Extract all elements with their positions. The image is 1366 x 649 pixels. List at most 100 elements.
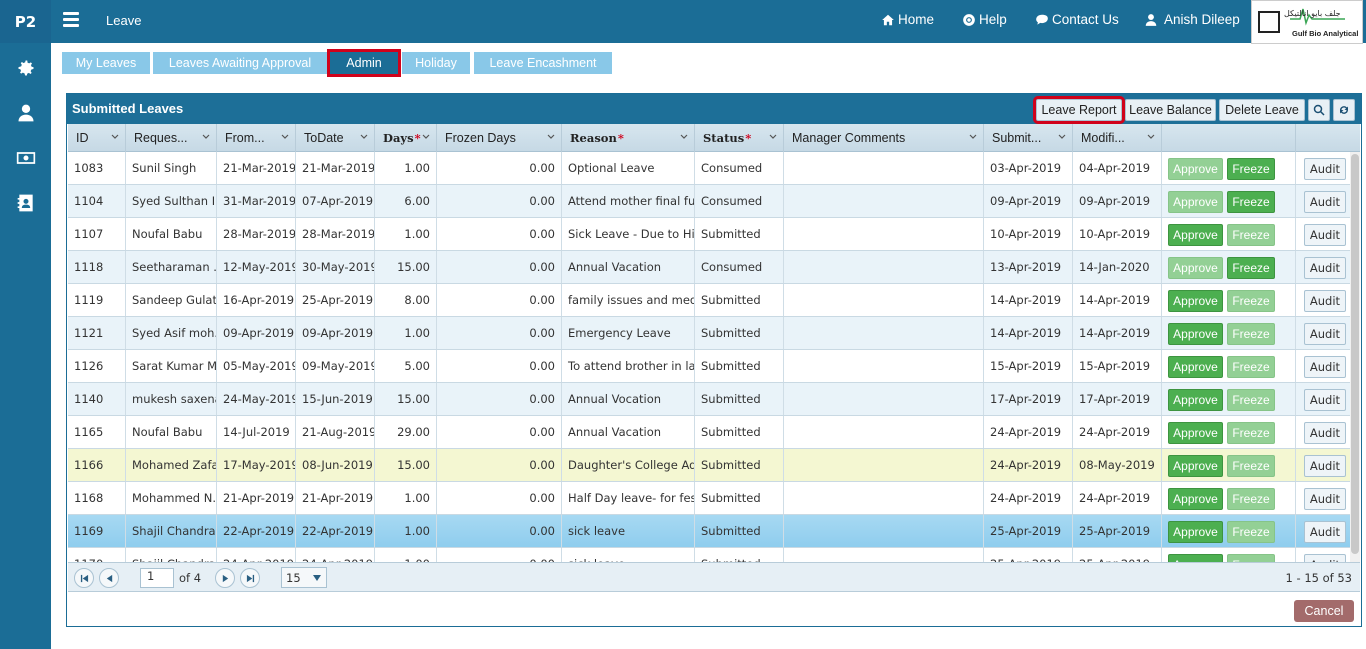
cancel-button[interactable]: Cancel [1294, 600, 1354, 622]
col-modified[interactable]: Modifi... [1073, 124, 1162, 152]
page-size-value: 15 [286, 570, 301, 585]
audit-button[interactable]: Audit [1304, 422, 1346, 444]
page-size-select[interactable]: 15 [281, 567, 327, 588]
audit-button[interactable]: Audit [1304, 158, 1346, 180]
approve-button[interactable]: Approve [1168, 290, 1223, 312]
audit-button[interactable]: Audit [1304, 323, 1346, 345]
cell-frozen-days: 0.00 [437, 350, 562, 382]
approve-button[interactable]: Approve [1168, 554, 1223, 562]
next-page-button[interactable] [215, 568, 235, 588]
audit-button[interactable]: Audit [1304, 554, 1346, 562]
chat-icon [1036, 14, 1048, 25]
approve-button[interactable]: Approve [1168, 488, 1223, 510]
col-days[interactable]: Days * [375, 124, 437, 152]
approve-button[interactable]: Approve [1168, 158, 1223, 180]
nav-home[interactable]: Home [881, 12, 934, 27]
table-row[interactable]: 1119 Sandeep Gulati 16-Apr-2019 25-Apr-2019… [68, 284, 1350, 317]
col-submitted[interactable]: Submit... [984, 124, 1073, 152]
tab-leaves-awaiting-approval[interactable]: Leaves Awaiting Approval [153, 52, 327, 74]
freeze-button[interactable]: Freeze [1227, 257, 1275, 279]
tab-holiday[interactable]: Holiday [402, 52, 470, 74]
audit-button[interactable]: Audit [1304, 191, 1346, 213]
refresh-button[interactable] [1333, 99, 1355, 121]
col-id[interactable]: ID [68, 124, 126, 152]
approve-button[interactable]: Approve [1168, 356, 1223, 378]
approve-button[interactable]: Approve [1168, 191, 1223, 213]
nav-contact[interactable]: Contact Us [1035, 12, 1119, 27]
audit-button[interactable]: Audit [1304, 290, 1346, 312]
table-row[interactable]: 1169 Shajil Chandran 22-Apr-2019 22-Apr-201… [68, 515, 1350, 548]
freeze-button[interactable]: Freeze [1227, 323, 1275, 345]
audit-button[interactable]: Audit [1304, 356, 1346, 378]
audit-button[interactable]: Audit [1304, 257, 1346, 279]
audit-button[interactable]: Audit [1304, 488, 1346, 510]
nav-user[interactable]: Anish Dileep [1144, 12, 1240, 27]
brand-logo[interactable]: P2 [0, 0, 51, 43]
cell-frozen-days: 0.00 [437, 218, 562, 250]
table-row[interactable]: 1118 Seetharaman ... 12-May-2019 30-May-201… [68, 251, 1350, 284]
leave-balance-button[interactable]: Leave Balance [1125, 99, 1216, 121]
table-row[interactable]: 1121 Syed Asif moh... 09-Apr-2019 09-Apr-20… [68, 317, 1350, 350]
search-button[interactable] [1308, 99, 1330, 121]
col-requester[interactable]: Reques... [126, 124, 217, 152]
table-row[interactable]: 1083 Sunil Singh 21-Mar-2019 21-Mar-2019 1.0… [68, 152, 1350, 185]
tab-my-leaves[interactable]: My Leaves [62, 52, 150, 74]
nav-help[interactable]: Help [962, 12, 1007, 27]
col-manager-comments[interactable]: Manager Comments [784, 124, 984, 152]
col-todate[interactable]: ToDate [296, 124, 375, 152]
freeze-button[interactable]: Freeze [1227, 191, 1275, 213]
table-row[interactable]: 1165 Noufal Babu 14-Jul-2019 21-Aug-2019 29.… [68, 416, 1350, 449]
freeze-button[interactable]: Freeze [1227, 455, 1275, 477]
approve-button[interactable]: Approve [1168, 455, 1223, 477]
audit-button[interactable]: Audit [1304, 224, 1346, 246]
delete-leave-button[interactable]: Delete Leave [1219, 99, 1305, 121]
approve-button[interactable]: Approve [1168, 257, 1223, 279]
col-frozen-days[interactable]: Frozen Days [437, 124, 562, 152]
col-status[interactable]: Status * [695, 124, 784, 152]
freeze-button[interactable]: Freeze [1227, 389, 1275, 411]
cell-reason: Annual Vacation [562, 251, 695, 283]
freeze-button[interactable]: Freeze [1227, 356, 1275, 378]
rail-profile[interactable] [0, 90, 51, 135]
table-row[interactable]: 1170Shajil Chandran24-Apr-201924-Apr-201… [68, 548, 1350, 562]
freeze-button[interactable]: Freeze [1227, 158, 1275, 180]
freeze-button[interactable]: Freeze [1227, 521, 1275, 543]
freeze-button[interactable]: Freeze [1227, 554, 1275, 562]
table-row[interactable]: 1104 Syed Sulthan I... 31-Mar-2019 07-Apr-2… [68, 185, 1350, 218]
table-row[interactable]: 1166Mohamed Zafa...17-May-201908-Jun-201… [68, 449, 1350, 482]
first-page-button[interactable] [74, 568, 94, 588]
scrollbar-thumb[interactable] [1351, 154, 1359, 554]
last-page-button[interactable] [240, 568, 260, 588]
audit-button[interactable]: Audit [1304, 389, 1346, 411]
grid-vertical-scrollbar[interactable] [1350, 152, 1360, 562]
cell-frozen-days: 0.00 [437, 152, 562, 184]
cell-manager-comments [784, 185, 984, 217]
audit-button[interactable]: Audit [1304, 455, 1346, 477]
approve-button[interactable]: Approve [1168, 521, 1223, 543]
audit-button[interactable]: Audit [1304, 521, 1346, 543]
page-number-input[interactable]: 1 [140, 568, 174, 588]
cell-todate: 09-Apr-2019 [296, 317, 375, 349]
table-row[interactable]: 1107 Noufal Babu 28-Mar-2019 28-Mar-2019 1.0… [68, 218, 1350, 251]
rail-settings[interactable] [0, 45, 51, 90]
table-row[interactable]: 1126Sarat Kumar M...05-May-201909-May-20… [68, 350, 1350, 383]
tab-admin[interactable]: Admin [327, 49, 401, 77]
col-reason[interactable]: Reason * [562, 124, 695, 152]
rail-money[interactable] [0, 135, 51, 180]
approve-button[interactable]: Approve [1168, 422, 1223, 444]
col-from[interactable]: From... [217, 124, 296, 152]
rail-contacts[interactable] [0, 180, 51, 225]
freeze-button[interactable]: Freeze [1227, 488, 1275, 510]
leave-report-button[interactable]: Leave Report [1033, 96, 1125, 124]
prev-page-button[interactable] [99, 568, 119, 588]
table-row[interactable]: 1140 mukesh saxena 24-May-2019 15-Jun-2019 1… [68, 383, 1350, 416]
approve-button[interactable]: Approve [1168, 323, 1223, 345]
approve-button[interactable]: Approve [1168, 224, 1223, 246]
freeze-button[interactable]: Freeze [1227, 290, 1275, 312]
hamburger-menu-button[interactable] [63, 12, 79, 28]
freeze-button[interactable]: Freeze [1227, 422, 1275, 444]
approve-button[interactable]: Approve [1168, 389, 1223, 411]
freeze-button[interactable]: Freeze [1227, 224, 1275, 246]
tab-leave-encashment[interactable]: Leave Encashment [474, 52, 612, 74]
table-row[interactable]: 1168 Mohammed N... 21-Apr-2019 21-Apr-2019 1… [68, 482, 1350, 515]
